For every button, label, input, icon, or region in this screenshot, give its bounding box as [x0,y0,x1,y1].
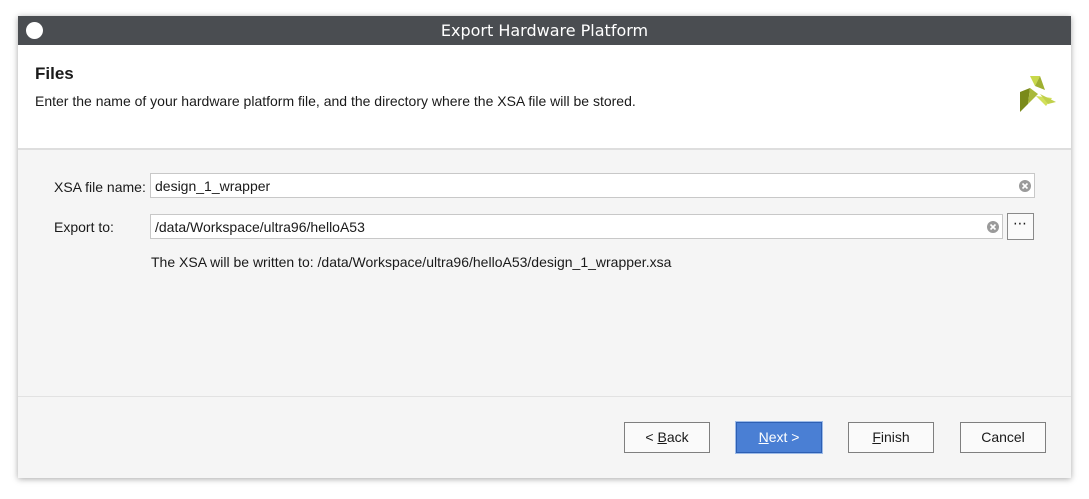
footer-divider [18,396,1071,397]
window-title: Export Hardware Platform [440,21,649,40]
next-button[interactable]: Next > [736,422,822,453]
back-mnemonic: B [657,429,667,445]
export-hardware-dialog: Export Hardware Platform Files Enter the… [18,16,1071,478]
page-description: Enter the name of your hardware platform… [35,93,636,109]
window-close-icon[interactable] [26,22,43,39]
output-path-note: The XSA will be written to: /data/Worksp… [151,254,672,270]
finish-button[interactable]: Finish [848,422,934,453]
xsa-file-name-value: design_1_wrapper [155,178,271,194]
page-title: Files [35,64,74,83]
browse-button[interactable]: ⋯ [1007,213,1034,240]
finish-mnemonic: F [872,429,881,445]
clear-field-icon[interactable] [987,221,999,233]
xsa-file-name-label: XSA file name: [54,179,146,195]
back-button[interactable]: < Back [624,422,710,453]
xsa-file-name-input[interactable]: design_1_wrapper [150,173,1035,198]
export-to-label: Export to: [54,219,114,235]
back-rest: ack [666,429,689,445]
export-to-input[interactable]: /data/Workspace/ultra96/helloA53 [150,214,1003,239]
clear-field-icon[interactable] [1019,180,1031,192]
export-to-value: /data/Workspace/ultra96/helloA53 [155,219,365,235]
cancel-button[interactable]: Cancel [960,422,1046,453]
browse-label: ⋯ [1013,216,1028,232]
next-rest: ext > [768,429,800,445]
next-mnemonic: N [758,429,769,445]
cancel-label: Cancel [981,429,1025,445]
title-bar[interactable]: Export Hardware Platform [18,16,1071,45]
xilinx-logo-icon [1020,76,1056,112]
wizard-header: Files Enter the name of your hardware pl… [18,45,1071,150]
back-prefix: < [645,429,658,445]
finish-rest: inish [880,429,910,445]
